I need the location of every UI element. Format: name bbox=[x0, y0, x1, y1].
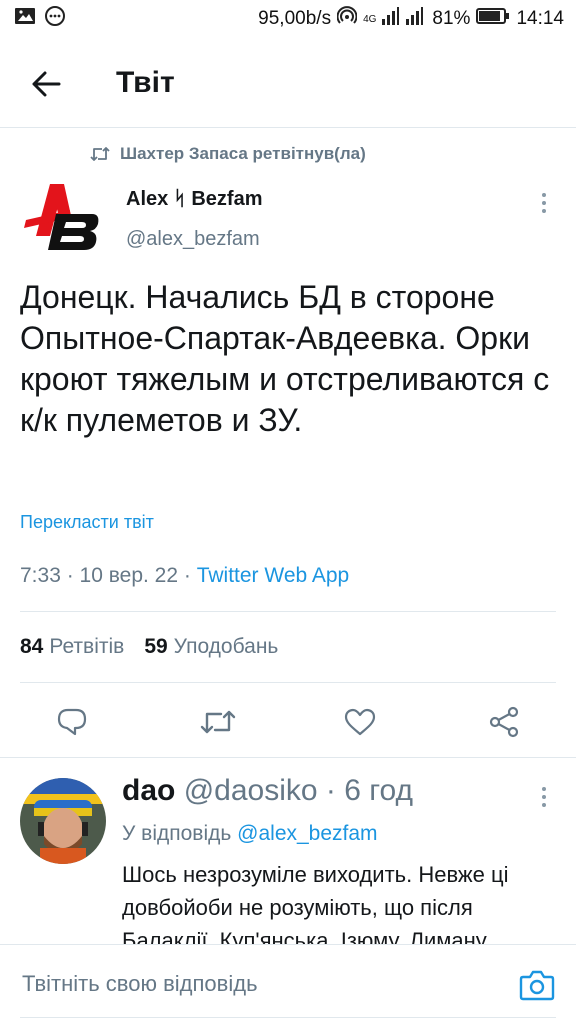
reply-input[interactable]: Твітніть свою відповідь bbox=[22, 971, 258, 997]
divider bbox=[20, 682, 556, 683]
retweet-button[interactable] bbox=[196, 700, 240, 744]
likes-stat[interactable]: 59 Уподобань bbox=[144, 635, 278, 659]
reply-icon bbox=[57, 708, 87, 736]
reply-author-name[interactable]: dao bbox=[122, 774, 175, 807]
reply-header: dao @daosiko · 6 год bbox=[122, 774, 413, 808]
retweets-stat[interactable]: 84 Ретвітів bbox=[20, 635, 124, 659]
reply-more-options-button[interactable] bbox=[534, 782, 554, 812]
more-dot bbox=[542, 209, 546, 213]
signal-icon bbox=[382, 7, 426, 31]
camera-button[interactable] bbox=[518, 967, 556, 1003]
reply-author-handle[interactable]: @daosiko bbox=[184, 774, 318, 807]
divider bbox=[20, 611, 556, 612]
retweeted-by-text: Шахтер Запаса ретвітнув(ла) bbox=[120, 144, 366, 163]
retweet-icon bbox=[200, 710, 236, 734]
header-divider bbox=[0, 127, 576, 128]
likes-label: Уподобань bbox=[173, 635, 279, 658]
page-title: Твіт bbox=[116, 66, 175, 99]
reply-time: · 6 год bbox=[317, 774, 414, 807]
more-dot bbox=[542, 201, 546, 205]
tweet-text: Донецк. Начались БД в стороне Опытное-Сп… bbox=[20, 279, 550, 438]
app-header: Твіт bbox=[0, 46, 576, 122]
battery-icon bbox=[476, 7, 510, 31]
reply-text: Шось незрозуміле виходить. Невже ці довб… bbox=[122, 862, 509, 944]
more-dot bbox=[542, 803, 546, 807]
heart-icon bbox=[344, 708, 376, 736]
more-dot bbox=[542, 795, 546, 799]
back-button[interactable] bbox=[26, 64, 66, 104]
reply-to-line: У відповідь @alex_bezfam bbox=[122, 822, 378, 846]
author-handle[interactable]: @alex_bezfam bbox=[126, 228, 260, 251]
like-button[interactable] bbox=[338, 700, 382, 744]
divider bbox=[0, 757, 576, 758]
network-type: 4G bbox=[363, 13, 377, 25]
reply-to-mention[interactable]: @alex_bezfam bbox=[237, 822, 377, 845]
status-bar: 95,00b/s 4G 81% 14:14 bbox=[0, 0, 576, 38]
author-avatar[interactable] bbox=[20, 180, 100, 252]
network-speed: 95,00b/s bbox=[258, 8, 332, 29]
hotspot-icon bbox=[336, 6, 358, 32]
tweet-actions bbox=[0, 700, 576, 744]
retweeted-by-line[interactable]: Шахтер Запаса ретвітнув(ла) bbox=[90, 144, 366, 164]
tweet-timestamp: 7:33 · 10 вер. 22 · bbox=[20, 564, 197, 587]
tweet-meta: 7:33 · 10 вер. 22 · Twitter Web App bbox=[20, 564, 349, 588]
likes-count: 59 bbox=[144, 635, 168, 658]
reply-composer: Твітніть свою відповідь bbox=[0, 944, 576, 1024]
share-button[interactable] bbox=[482, 700, 526, 744]
more-options-button[interactable] bbox=[534, 188, 554, 218]
battery-level: 81% bbox=[432, 8, 471, 29]
retweet-small-icon bbox=[90, 147, 110, 161]
retweets-label: Ретвітів bbox=[49, 635, 125, 658]
camera-icon bbox=[519, 970, 555, 1001]
chat-icon bbox=[44, 5, 66, 33]
image-icon bbox=[14, 6, 36, 32]
more-dot bbox=[542, 787, 546, 791]
reply-avatar[interactable] bbox=[20, 778, 106, 864]
share-icon bbox=[489, 706, 519, 738]
retweets-count: 84 bbox=[20, 635, 44, 658]
tweet-stats: 84 Ретвітів 59 Уподобань bbox=[20, 635, 278, 659]
arrow-left-icon bbox=[32, 71, 61, 97]
source-app-link[interactable]: Twitter Web App bbox=[197, 564, 350, 587]
more-dot bbox=[542, 193, 546, 197]
composer-underline bbox=[20, 1017, 556, 1018]
translate-tweet-link[interactable]: Перекласти твіт bbox=[20, 512, 154, 533]
clock: 14:14 bbox=[516, 8, 564, 29]
author-name[interactable]: Alex ᛋ Bezfam bbox=[126, 188, 263, 211]
reply-to-label: У відповідь bbox=[122, 822, 238, 845]
reply-button[interactable] bbox=[50, 700, 94, 744]
